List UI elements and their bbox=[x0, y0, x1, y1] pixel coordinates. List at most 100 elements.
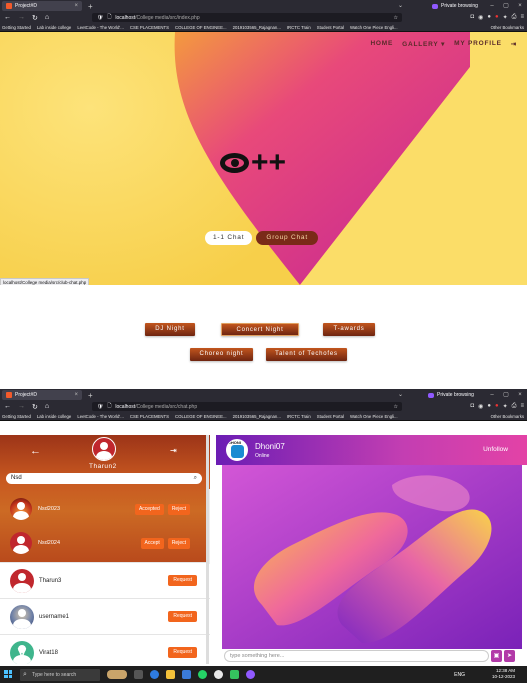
bookmark-item[interactable]: 2019103565_Rajagnan... bbox=[233, 414, 281, 419]
firefox-private-icon[interactable] bbox=[246, 670, 255, 679]
send-icon[interactable]: ➤ bbox=[504, 650, 515, 662]
bookmark-item[interactable]: Lab inside college bbox=[37, 414, 71, 419]
browser-tab[interactable]: Project#D × bbox=[2, 1, 82, 11]
save-icon[interactable]: ⎙ bbox=[512, 403, 517, 410]
message-input[interactable]: type something here... bbox=[224, 650, 489, 662]
bookmark-star-icon[interactable]: ☆ bbox=[394, 404, 398, 410]
url-bar[interactable]: 🛡 🗋 localhost/College media/src/index.ph… bbox=[92, 13, 402, 22]
request-button[interactable]: Request bbox=[168, 647, 197, 658]
reload-icon[interactable]: ↻ bbox=[32, 14, 38, 22]
user-search-input[interactable]: Nsd ⌕ bbox=[6, 473, 202, 484]
reject-button[interactable]: Reject bbox=[167, 503, 190, 515]
shield-icon[interactable]: 🛡 bbox=[97, 15, 103, 21]
bookmark-item[interactable]: Getting Started bbox=[2, 414, 31, 419]
bookmark-item[interactable]: COLLEGE OF ENGINEE... bbox=[175, 25, 227, 30]
bookmark-item[interactable]: LeetCode - The World'... bbox=[77, 25, 124, 30]
menu-my-profile[interactable]: MY PROFILE bbox=[454, 40, 502, 48]
tab-list-chevron-icon[interactable]: ⌄ bbox=[398, 0, 403, 12]
panel-scrollbar[interactable] bbox=[206, 435, 209, 664]
pocket-icon[interactable]: ◘ bbox=[471, 403, 475, 410]
menu-gallery[interactable]: GALLERY ▾ bbox=[402, 40, 445, 48]
puzzle-icon[interactable]: ✦ bbox=[503, 403, 508, 410]
unfollow-button[interactable]: Unfollow bbox=[483, 446, 508, 453]
group-chat-button[interactable]: Group Chat bbox=[256, 231, 318, 245]
other-bookmarks[interactable]: Other Bookmarks bbox=[487, 413, 524, 419]
task-view-icon[interactable] bbox=[134, 670, 143, 679]
bookmark-item[interactable]: Student Portal bbox=[317, 25, 344, 30]
bookmark-item[interactable]: Watch One Piece Engli... bbox=[350, 25, 398, 30]
close-tab-icon[interactable]: × bbox=[74, 392, 78, 398]
event-button-talent-of-techofes[interactable]: Talent of Techofes bbox=[266, 348, 347, 361]
extension-icon[interactable]: ● bbox=[487, 403, 491, 410]
bookmark-item[interactable]: Student Portal bbox=[317, 414, 344, 419]
account-icon[interactable]: ◉ bbox=[478, 403, 483, 410]
vscode-icon[interactable] bbox=[182, 670, 191, 679]
user-avatar[interactable] bbox=[92, 437, 116, 461]
event-button-concert-night[interactable]: Concert Night bbox=[221, 323, 299, 336]
new-tab-icon[interactable]: + bbox=[88, 391, 93, 400]
bookmark-item[interactable]: Watch One Piece Engli... bbox=[350, 414, 398, 419]
reload-icon[interactable]: ↻ bbox=[32, 403, 38, 411]
back-icon[interactable]: ← bbox=[4, 14, 11, 21]
bookmark-item[interactable]: CSE PLACEMENTS bbox=[130, 25, 169, 30]
request-button[interactable]: Request bbox=[168, 611, 197, 622]
minimize-icon[interactable]: – bbox=[485, 389, 499, 401]
event-button-dj-night[interactable]: DJ Night bbox=[145, 323, 195, 336]
addon-red-icon[interactable]: ● bbox=[495, 14, 499, 21]
other-bookmarks[interactable]: Other Bookmarks bbox=[487, 24, 524, 30]
edge-icon[interactable] bbox=[150, 670, 159, 679]
event-button-choreo-night[interactable]: Choreo night bbox=[190, 348, 253, 361]
home-icon[interactable]: ⌂ bbox=[45, 14, 49, 21]
bookmark-star-icon[interactable]: ☆ bbox=[394, 15, 398, 21]
event-button-t-awards[interactable]: T-awards bbox=[323, 323, 375, 336]
forward-icon[interactable]: → bbox=[18, 14, 25, 21]
bookmark-item[interactable]: 2019103565_Rajagnan... bbox=[233, 25, 281, 30]
pocket-icon[interactable]: ◘ bbox=[471, 14, 475, 21]
url-bar-2[interactable]: 🛡 🗋 localhost/College media/src/chat.php… bbox=[92, 402, 402, 411]
browser-tab-2[interactable]: Project#D × bbox=[2, 390, 82, 400]
clock[interactable]: 12:38 AM 10-12-2023 bbox=[492, 668, 515, 680]
maximize-icon[interactable]: ▢ bbox=[499, 389, 513, 401]
menu-icon[interactable]: ≡ bbox=[520, 403, 524, 410]
chrome-icon[interactable] bbox=[214, 670, 223, 679]
bookmark-item[interactable]: IRCTC Train bbox=[287, 25, 311, 30]
search-icon[interactable]: ⌕ bbox=[194, 473, 197, 484]
windows-start-icon[interactable] bbox=[4, 670, 12, 678]
back-icon[interactable]: ← bbox=[4, 403, 11, 410]
contact-avatar[interactable]: DHONI bbox=[226, 439, 248, 461]
request-button[interactable]: Request bbox=[168, 575, 197, 586]
back-arrow-icon[interactable]: ← bbox=[30, 445, 41, 457]
close-tab-icon[interactable]: × bbox=[74, 3, 78, 9]
app-icon[interactable] bbox=[230, 670, 239, 679]
addon-red-icon[interactable]: ● bbox=[495, 403, 499, 410]
new-tab-icon[interactable]: + bbox=[88, 2, 93, 11]
reject-button[interactable]: Reject bbox=[167, 537, 190, 549]
accept-button[interactable]: Accept bbox=[140, 537, 164, 549]
bookmark-item[interactable]: CSE PLACEMENTS bbox=[130, 414, 169, 419]
attach-image-icon[interactable]: ▣ bbox=[491, 650, 502, 662]
maximize-icon[interactable]: ▢ bbox=[499, 0, 513, 12]
bookmark-item[interactable]: COLLEGE OF ENGINEE... bbox=[175, 414, 227, 419]
minimize-icon[interactable]: – bbox=[485, 0, 499, 12]
shield-icon[interactable]: 🛡 bbox=[97, 404, 103, 410]
one-to-one-chat-button[interactable]: 1-1 Chat bbox=[205, 231, 253, 245]
bookmark-item[interactable]: Getting Started bbox=[2, 25, 31, 30]
logout-icon[interactable]: ⇥ bbox=[511, 40, 517, 48]
bookmark-item[interactable]: LeetCode - The World'... bbox=[77, 414, 124, 419]
menu-home[interactable]: HOME bbox=[370, 40, 393, 48]
whatsapp-icon[interactable] bbox=[198, 670, 207, 679]
close-window-icon[interactable]: × bbox=[513, 0, 527, 12]
widget-icon[interactable] bbox=[107, 670, 127, 679]
menu-icon[interactable]: ≡ bbox=[520, 14, 524, 21]
accepted-button[interactable]: Accepted bbox=[134, 503, 164, 515]
taskbar-search[interactable]: Type here to search bbox=[20, 668, 100, 681]
puzzle-icon[interactable]: ✦ bbox=[503, 14, 508, 21]
close-window-icon[interactable]: × bbox=[513, 389, 527, 401]
forward-icon[interactable]: → bbox=[18, 403, 25, 410]
logout-icon[interactable]: ⇥ bbox=[170, 446, 177, 455]
file-explorer-icon[interactable] bbox=[166, 670, 175, 679]
bookmark-item[interactable]: IRCTC Train bbox=[287, 414, 311, 419]
home-icon[interactable]: ⌂ bbox=[45, 403, 49, 410]
bookmark-item[interactable]: Lab inside college bbox=[37, 25, 71, 30]
lang-indicator[interactable]: ENG bbox=[454, 672, 465, 678]
